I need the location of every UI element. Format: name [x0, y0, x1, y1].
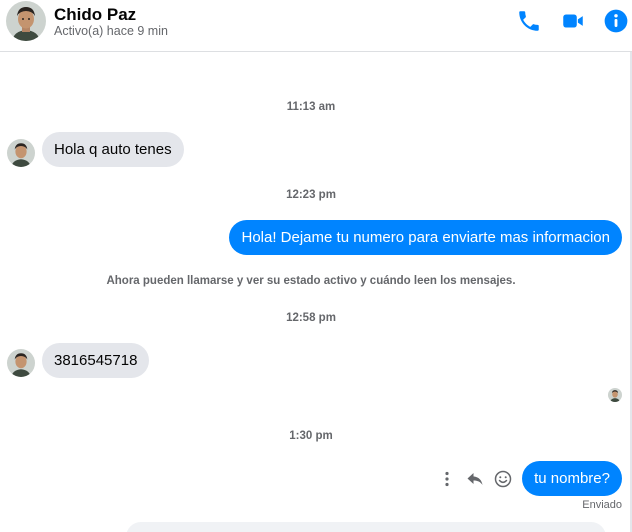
conversation-header: Chido Paz Activo(a) hace 9 min [0, 0, 632, 52]
message-bubble-partial[interactable] [126, 522, 606, 532]
video-icon[interactable] [560, 8, 586, 34]
reply-icon[interactable] [465, 469, 485, 489]
contact-avatar[interactable] [6, 1, 46, 41]
contact-name[interactable]: Chido Paz [54, 5, 136, 25]
message-bubble-outgoing[interactable]: tu nombre? [522, 461, 622, 496]
sender-avatar[interactable] [7, 349, 35, 377]
timestamp: 12:23 pm [286, 189, 336, 201]
timestamp: 11:13 am [286, 101, 336, 113]
more-vertical-icon[interactable] [437, 469, 457, 489]
phone-icon[interactable] [516, 8, 542, 34]
seen-indicator-avatar [608, 388, 622, 402]
contact-status: Activo(a) hace 9 min [54, 24, 168, 38]
emoji-icon[interactable] [493, 469, 513, 489]
delivery-status: Enviado [582, 499, 622, 511]
timestamp: 12:58 pm [286, 312, 336, 324]
message-bubble-incoming[interactable]: 3816545718 [42, 343, 150, 378]
sender-avatar[interactable] [7, 139, 35, 167]
message-bubble-incoming[interactable]: Hola q auto tenes [42, 132, 184, 167]
message-bubble-outgoing[interactable]: Hola! Dejame tu numero para enviarte mas… [229, 220, 622, 255]
timestamp: 1:30 pm [289, 430, 333, 442]
system-notice: Ahora pueden llamarse y ver su estado ac… [106, 275, 516, 287]
info-icon[interactable] [603, 8, 629, 34]
